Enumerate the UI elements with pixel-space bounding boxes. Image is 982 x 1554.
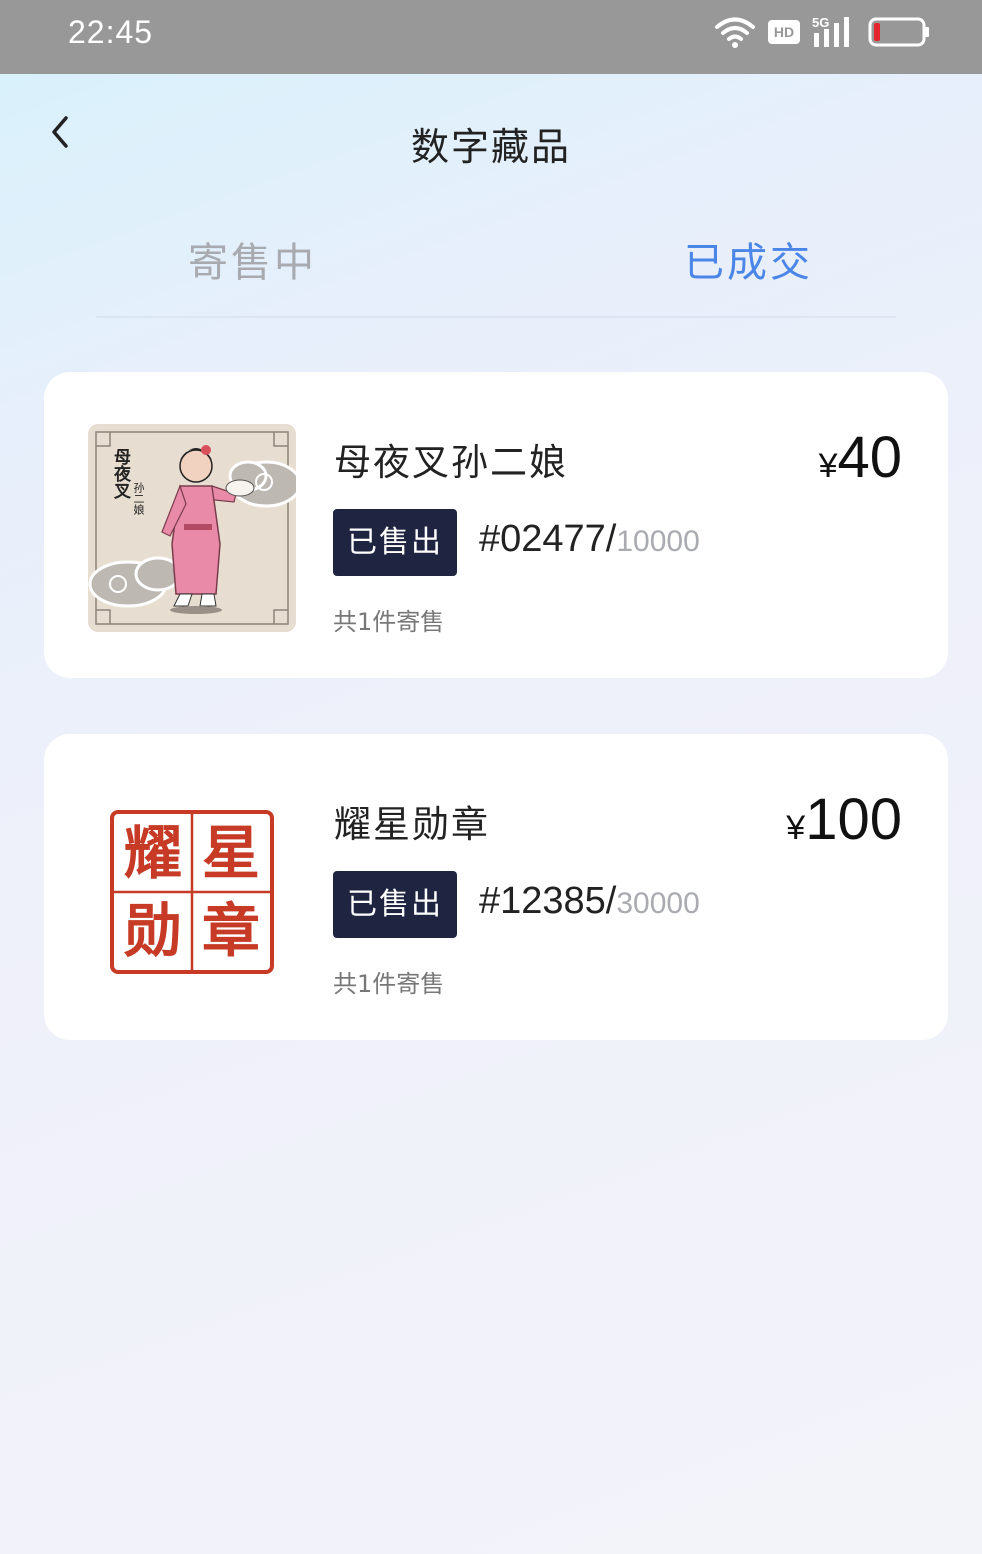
serial-id: #12385/ <box>479 880 617 922</box>
serial-total: 30000 <box>616 887 700 920</box>
svg-text:5G: 5G <box>812 15 829 30</box>
battery-low-icon <box>868 17 929 47</box>
currency-symbol: ¥ <box>786 809 806 847</box>
sold-badge: 已售出 <box>333 509 457 576</box>
serial-number: #12385/30000 <box>479 880 700 923</box>
image-caption: 母夜叉 <box>110 448 130 499</box>
seal-char-4: 章 <box>201 897 260 965</box>
collectible-name: 耀星勋章 <box>334 803 490 846</box>
page-title: 数字藏品 <box>410 125 571 169</box>
serial-id: #02477/ <box>479 518 617 560</box>
status-icons: HD 5G <box>714 12 930 52</box>
currency-symbol: ¥ <box>818 447 838 485</box>
header: 数字藏品 <box>0 74 982 214</box>
collectible-price: ¥40 <box>819 424 902 491</box>
wifi-icon <box>715 17 755 48</box>
tab-on-sale[interactable]: 寄售中 <box>188 230 317 288</box>
status-bar: 22:45 HD 5G <box>0 0 982 74</box>
price-value: 40 <box>837 425 902 490</box>
hd-icon: HD <box>768 20 800 44</box>
price-value: 100 <box>805 787 902 852</box>
collectible-card[interactable]: 耀 星 勋 章 耀星勋章 ¥100 已售出 #12385/30000 共1件寄售 <box>44 734 948 1040</box>
status-time: 22:45 <box>68 14 154 50</box>
collectible-image-sun-erniang: 母夜叉 孙二娘 <box>88 424 296 632</box>
image-subcaption: 孙二娘 <box>132 482 145 515</box>
serial-number: #02477/10000 <box>479 518 700 561</box>
seal-char-2: 星 <box>201 819 260 887</box>
serial-total: 10000 <box>616 525 700 558</box>
consignment-count: 共1件寄售 <box>333 970 445 998</box>
collectible-name: 母夜叉孙二娘 <box>334 441 568 484</box>
collectible-image-seal: 耀 星 勋 章 <box>88 786 296 994</box>
5g-signal-icon: 5G <box>812 15 849 47</box>
consignment-count: 共1件寄售 <box>333 608 445 636</box>
tab-completed[interactable]: 已成交 <box>684 230 813 288</box>
tab-divider <box>96 316 896 318</box>
collectible-card[interactable]: 母夜叉 孙二娘 母夜叉孙二娘 ¥40 已售出 #02477/10000 共1件寄… <box>44 372 948 678</box>
sold-badge: 已售出 <box>333 871 457 938</box>
tab-bar: 寄售中 已成交 <box>0 222 982 302</box>
seal-char-1: 耀 <box>123 819 182 887</box>
collectible-price: ¥100 <box>786 786 902 853</box>
seal-char-3: 勋 <box>123 897 182 965</box>
